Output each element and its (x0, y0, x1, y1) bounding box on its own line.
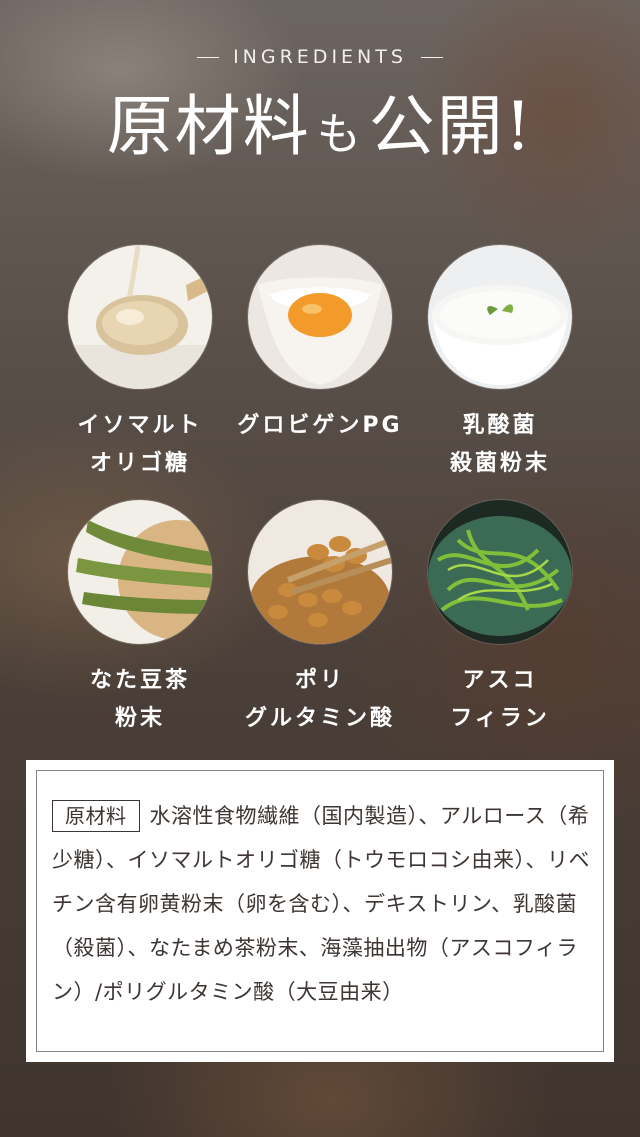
ingredient-label: イソマルト オリゴ糖 (77, 413, 203, 476)
natto-image (248, 500, 392, 644)
ingredient-item: イソマルト オリゴ糖 (50, 245, 230, 483)
ingredient-label: 乳酸菌 殺菌粉末 (449, 413, 550, 476)
ingredient-label: アスコ フィラン (450, 668, 550, 731)
raw-materials-tag: 原材料 (52, 800, 140, 832)
eyebrow: INGREDIENTS (0, 46, 640, 68)
ingredient-item: グロビゲンPG (230, 245, 410, 445)
raw-materials-text-block: 原材料 水溶性食物繊維（国内製造）、アルロース（希少糖）、イソマルトオリゴ糖（トウ… (52, 794, 592, 1014)
dash-left (197, 56, 220, 58)
ingredient-label: なた豆茶 粉末 (89, 668, 190, 731)
section-header: INGREDIENTS 原材料 も公開! (0, 46, 640, 160)
raw-materials-panel: 原材料 水溶性食物繊維（国内製造）、アルロース（希少糖）、イソマルトオリゴ糖（トウ… (26, 760, 614, 1062)
dash-right (420, 56, 443, 58)
egg-yolk-image (248, 245, 392, 389)
ingredient-label: ポリ グルタミン酸 (244, 668, 395, 731)
title-part-1: 原材料 (106, 88, 311, 165)
ingredient-item: ポリ グルタミン酸 (230, 500, 410, 738)
ingredient-item: アスコ フィラン (410, 500, 590, 738)
eyebrow-text: INGREDIENTS (233, 46, 407, 68)
ingredient-label: グロビゲンPG (237, 413, 403, 438)
syrup-spoon-image (68, 245, 212, 389)
raw-materials-text: 水溶性食物繊維（国内製造）、アルロース（希少糖）、イソマルトオリゴ糖（トウモロコ… (52, 804, 590, 1004)
title-part-2: も (316, 109, 363, 160)
title-part-3: 公開! (368, 88, 534, 165)
page-title: 原材料 も公開! (0, 94, 640, 160)
sword-bean-image (68, 500, 212, 644)
ingredient-item: なた豆茶 粉末 (50, 500, 230, 738)
seaweed-image (428, 500, 572, 644)
yogurt-bowl-image (428, 245, 572, 389)
ingredient-item: 乳酸菌 殺菌粉末 (410, 245, 590, 483)
